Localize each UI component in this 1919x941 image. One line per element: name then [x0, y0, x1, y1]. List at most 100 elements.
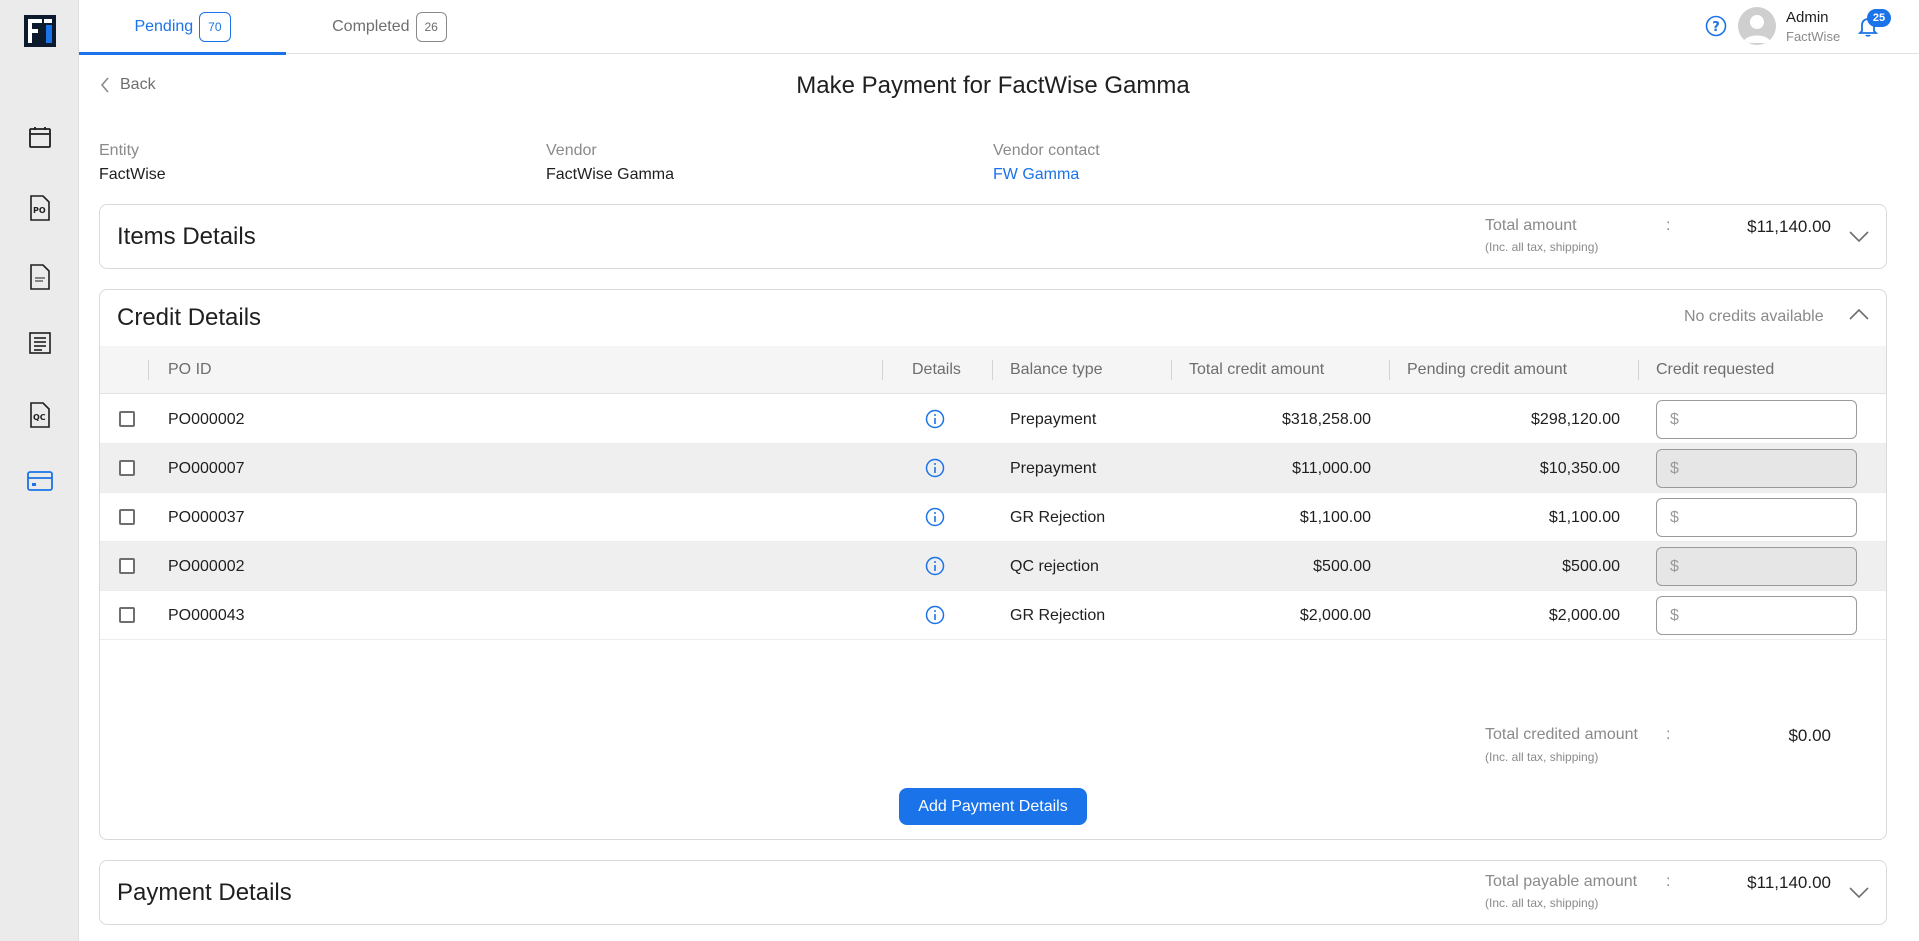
row-checkbox[interactable]: [119, 607, 135, 623]
tab-pending[interactable]: Pending 70: [79, 0, 286, 55]
table-row: PO000043 GR Rejection $2,000.00 $2,000.0…: [100, 591, 1886, 640]
po-id-cell: PO000007: [168, 460, 245, 477]
items-total-value: $11,140.00: [1747, 217, 1831, 236]
balance-type-cell: Prepayment: [1010, 460, 1097, 477]
credit-status-text: No credits available: [1684, 308, 1824, 325]
row-checkbox[interactable]: [119, 460, 135, 476]
chevron-up-icon[interactable]: [1848, 304, 1870, 326]
tab-completed-count: 26: [415, 12, 447, 42]
user-name: Admin: [1786, 9, 1829, 26]
total-credit-cell: $318,258.00: [1282, 411, 1371, 428]
table-row: PO000037 GR Rejection $1,100.00 $1,100.0…: [100, 493, 1886, 542]
column-separator: [1389, 360, 1390, 380]
po-id-cell: PO000002: [168, 411, 245, 428]
po-id-cell: PO000037: [168, 509, 245, 526]
help-icon[interactable]: ?: [1705, 15, 1727, 37]
notification-count-badge: 25: [1867, 9, 1891, 27]
payment-details-panel: Payment Details Total payable amount (In…: [99, 860, 1887, 925]
quality-check-icon[interactable]: QC: [27, 402, 53, 428]
top-bar: Pending 70 Completed 26: [79, 0, 1919, 55]
pending-credit-cell: $10,350.00: [1539, 460, 1620, 477]
items-total-sub: (Inc. all tax, shipping): [1485, 240, 1599, 254]
info-icon[interactable]: [925, 605, 945, 625]
vendor-value: FactWise Gamma: [546, 166, 675, 183]
payment-card-icon[interactable]: [27, 468, 53, 494]
credited-total-sub: (Inc. all tax, shipping): [1485, 750, 1599, 764]
column-separator: [882, 360, 883, 380]
total-credit-cell: $11,000.00: [1292, 460, 1371, 477]
column-separator: [1171, 360, 1172, 380]
credited-total-label: Total credited amount: [1485, 726, 1638, 743]
payment-details-title: Payment Details: [117, 879, 292, 906]
column-po-id: PO ID: [168, 361, 212, 378]
entity-value: FactWise: [99, 166, 166, 183]
balance-type-cell: Prepayment: [1010, 411, 1097, 428]
invoice-icon[interactable]: [27, 264, 53, 290]
items-total-colon: :: [1666, 217, 1671, 234]
payable-total-sub: (Inc. all tax, shipping): [1485, 896, 1599, 910]
back-button[interactable]: Back: [100, 76, 156, 94]
column-credit-requested: Credit requested: [1656, 361, 1775, 378]
purchase-order-icon[interactable]: PO: [27, 195, 53, 221]
table-row: PO000002 QC rejection $500.00 $500.00 $: [100, 542, 1886, 591]
credit-details-panel: Credit Details No credits available PO I…: [99, 289, 1887, 840]
total-credit-cell: $2,000.00: [1299, 607, 1371, 624]
payable-total-colon: :: [1666, 873, 1671, 890]
credited-total-value: $0.00: [1788, 726, 1831, 745]
chevron-down-icon[interactable]: [1848, 881, 1870, 903]
credit-requested-input[interactable]: [1656, 498, 1857, 537]
svg-text:PO: PO: [33, 206, 46, 215]
po-id-cell: PO000002: [168, 558, 245, 575]
svg-text:QC: QC: [33, 413, 46, 422]
factwise-logo[interactable]: [24, 15, 56, 47]
credit-requested-input[interactable]: [1656, 547, 1857, 586]
row-checkbox[interactable]: [119, 411, 135, 427]
balance-type-cell: GR Rejection: [1010, 607, 1106, 624]
info-icon[interactable]: [925, 458, 945, 478]
credit-table-header: PO ID Details Balance type Total credit …: [100, 346, 1886, 394]
info-icon[interactable]: [925, 507, 945, 527]
ledger-icon[interactable]: [27, 330, 53, 356]
pending-credit-cell: $500.00: [1562, 558, 1620, 575]
credit-requested-input[interactable]: [1656, 596, 1857, 635]
add-payment-details-button[interactable]: Add Payment Details: [899, 788, 1087, 825]
vendor-label: Vendor: [546, 142, 597, 159]
balance-type-cell: GR Rejection: [1010, 509, 1106, 526]
column-separator: [1638, 360, 1639, 380]
tab-pending-label: Pending: [134, 18, 194, 35]
chevron-down-icon[interactable]: [1848, 225, 1870, 247]
column-total-credit: Total credit amount: [1189, 361, 1325, 378]
credit-details-title: Credit Details: [117, 304, 262, 331]
po-id-cell: PO000043: [168, 607, 245, 624]
items-details-panel: Items Details Total amount (Inc. all tax…: [99, 204, 1887, 269]
total-credit-cell: $1,100.00: [1299, 509, 1371, 526]
tab-completed[interactable]: Completed 26: [286, 0, 493, 54]
pending-credit-cell: $298,120.00: [1531, 411, 1620, 428]
payable-total-label: Total payable amount: [1485, 873, 1638, 890]
row-checkbox[interactable]: [119, 558, 135, 574]
row-checkbox[interactable]: [119, 509, 135, 525]
payable-total-value: $11,140.00: [1747, 873, 1831, 892]
vendor-contact-link[interactable]: FW Gamma: [993, 166, 1079, 184]
page-title: Make Payment for FactWise Gamma: [796, 72, 1190, 99]
avatar[interactable]: [1738, 7, 1776, 45]
info-icon[interactable]: [925, 556, 945, 576]
items-total-label: Total amount: [1485, 217, 1577, 234]
column-balance-type: Balance type: [1010, 361, 1103, 378]
calendar-icon[interactable]: [27, 124, 53, 150]
credit-requested-input[interactable]: [1656, 400, 1857, 439]
table-row: PO000007 Prepayment $11,000.00 $10,350.0…: [100, 444, 1886, 493]
sidebar: PO QC: [0, 0, 79, 941]
column-pending-credit: Pending credit amount: [1407, 361, 1568, 378]
balance-type-cell: QC rejection: [1010, 558, 1099, 575]
items-details-title: Items Details: [117, 223, 256, 250]
column-separator: [992, 360, 993, 380]
column-details: Details: [912, 361, 961, 378]
tab-pending-count: 70: [199, 12, 231, 42]
credit-requested-input[interactable]: [1656, 449, 1857, 488]
entity-label: Entity: [99, 142, 140, 159]
info-icon[interactable]: [925, 409, 945, 429]
column-separator: [148, 360, 149, 380]
back-label: Back: [120, 76, 156, 93]
pending-credit-cell: $2,000.00: [1548, 607, 1620, 624]
